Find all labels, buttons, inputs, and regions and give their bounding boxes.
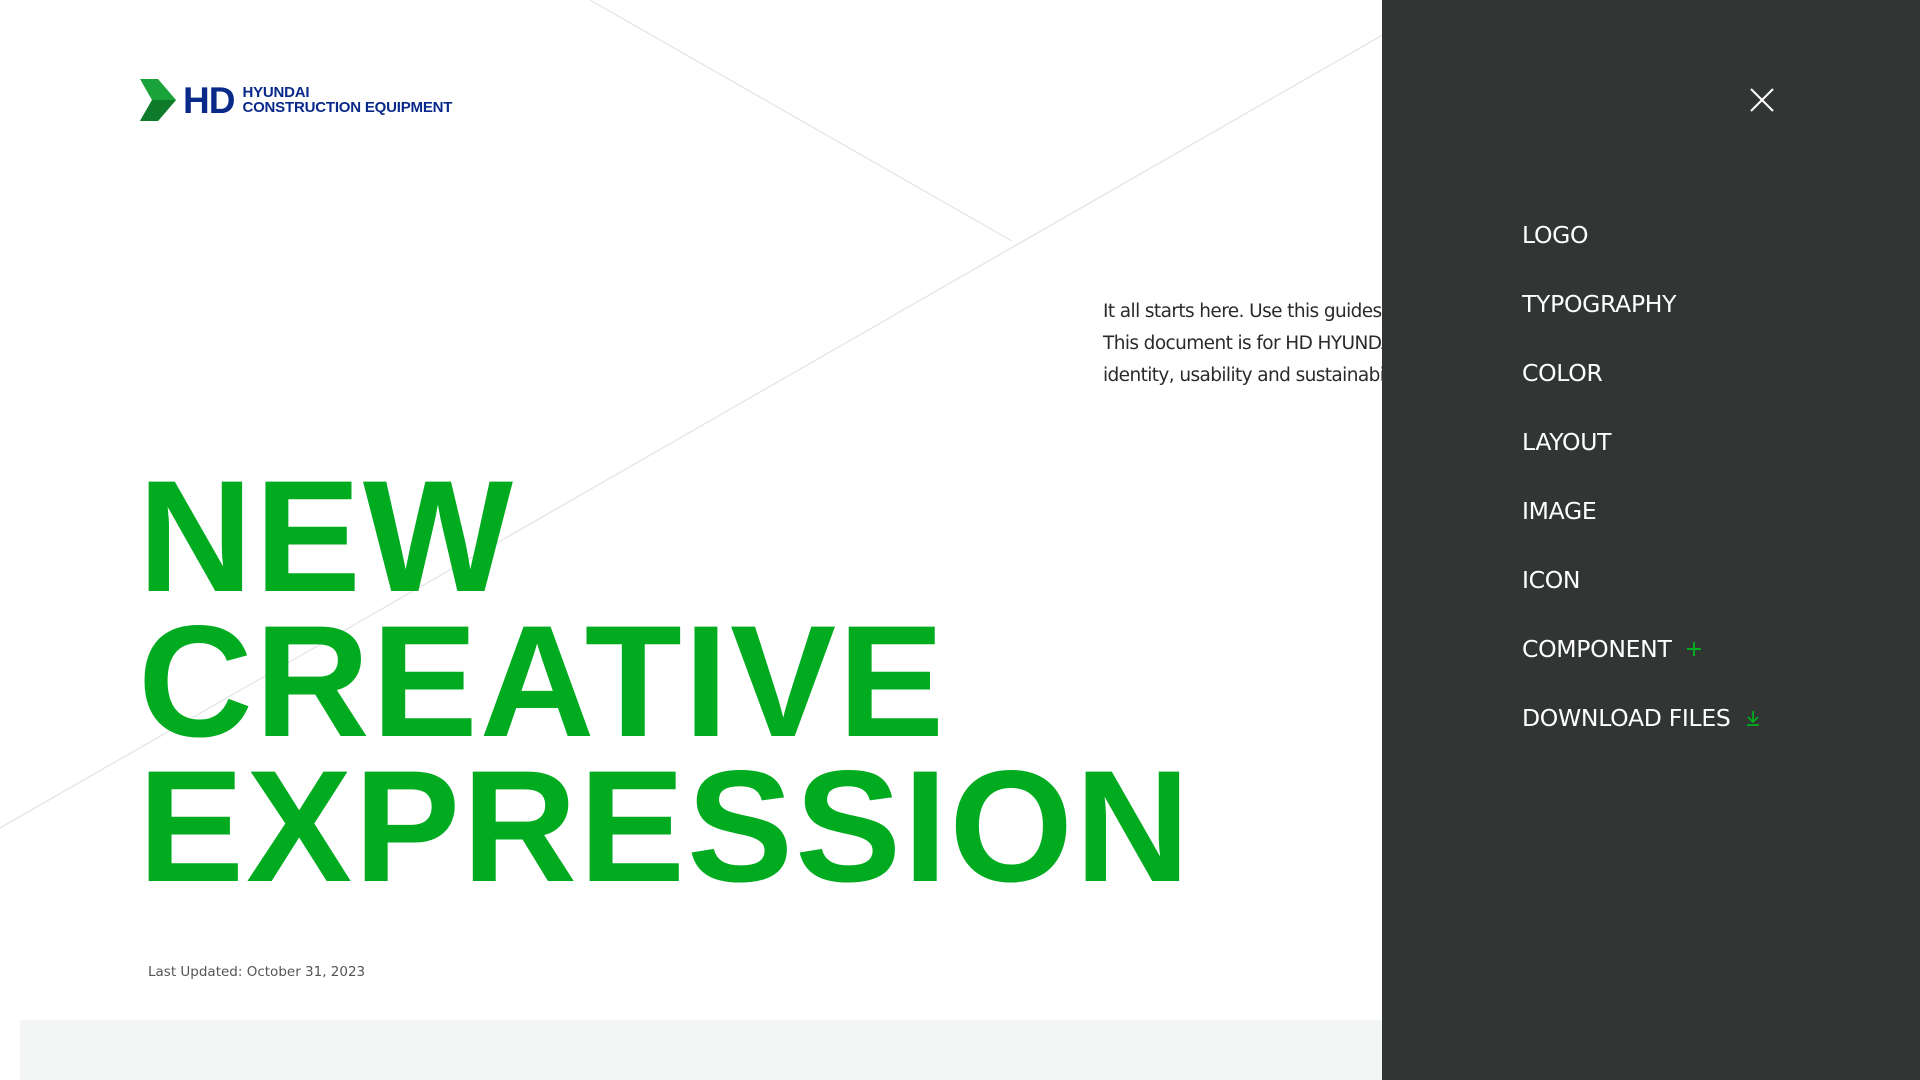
hero-headline: NEW CREATIVE EXPRESSION <box>138 447 1192 915</box>
menu-item-layout[interactable]: LAYOUT <box>1522 407 1761 476</box>
last-updated-text: Last Updated: October 31, 2023 <box>148 964 366 980</box>
logo-hd-text: HD <box>183 79 235 121</box>
download-icon[interactable] <box>1745 710 1761 726</box>
menu-item-label: COLOR <box>1522 358 1603 387</box>
menu-item-icon[interactable]: ICON <box>1522 545 1761 614</box>
nav-menu: LOGO TYPOGRAPHY COLOR LAYOUT IMAGE ICON … <box>1522 200 1761 752</box>
hero-line-1: NEW <box>138 447 515 625</box>
close-button[interactable] <box>1744 85 1780 115</box>
menu-item-color[interactable]: COLOR <box>1522 338 1761 407</box>
menu-item-logo[interactable]: LOGO <box>1522 200 1761 269</box>
logo-line-2: CONSTRUCTION EQUIPMENT <box>242 99 453 116</box>
logo-wordmark: HYUNDAI CONSTRUCTION EQUIPMENT <box>242 85 452 115</box>
menu-item-label: COMPONENT <box>1522 634 1672 663</box>
menu-item-image[interactable]: IMAGE <box>1522 476 1761 545</box>
menu-item-label: TYPOGRAPHY <box>1522 289 1677 318</box>
brand-logo[interactable]: HD HYUNDAI CONSTRUCTION EQUIPMENT <box>140 79 452 121</box>
logo-mark-icon <box>140 79 176 121</box>
footer-band <box>20 1020 1420 1080</box>
plus-icon[interactable] <box>1686 641 1702 657</box>
navigation-panel: LOGO TYPOGRAPHY COLOR LAYOUT IMAGE ICON … <box>1382 0 1920 1080</box>
menu-item-label: LAYOUT <box>1522 427 1612 456</box>
menu-item-label: DOWNLOAD FILES <box>1522 703 1731 732</box>
hero-line-3: EXPRESSION <box>138 737 1192 915</box>
menu-item-component[interactable]: COMPONENT <box>1522 614 1761 683</box>
menu-item-label: IMAGE <box>1522 496 1597 525</box>
menu-item-label: ICON <box>1522 565 1581 594</box>
close-icon <box>1750 88 1774 112</box>
menu-item-label: LOGO <box>1522 220 1589 249</box>
menu-item-download-files[interactable]: DOWNLOAD FILES <box>1522 683 1761 752</box>
logo-line-1: HYUNDAI <box>242 84 310 101</box>
menu-item-typography[interactable]: TYPOGRAPHY <box>1522 269 1761 338</box>
hero-line-2: CREATIVE <box>138 592 947 770</box>
